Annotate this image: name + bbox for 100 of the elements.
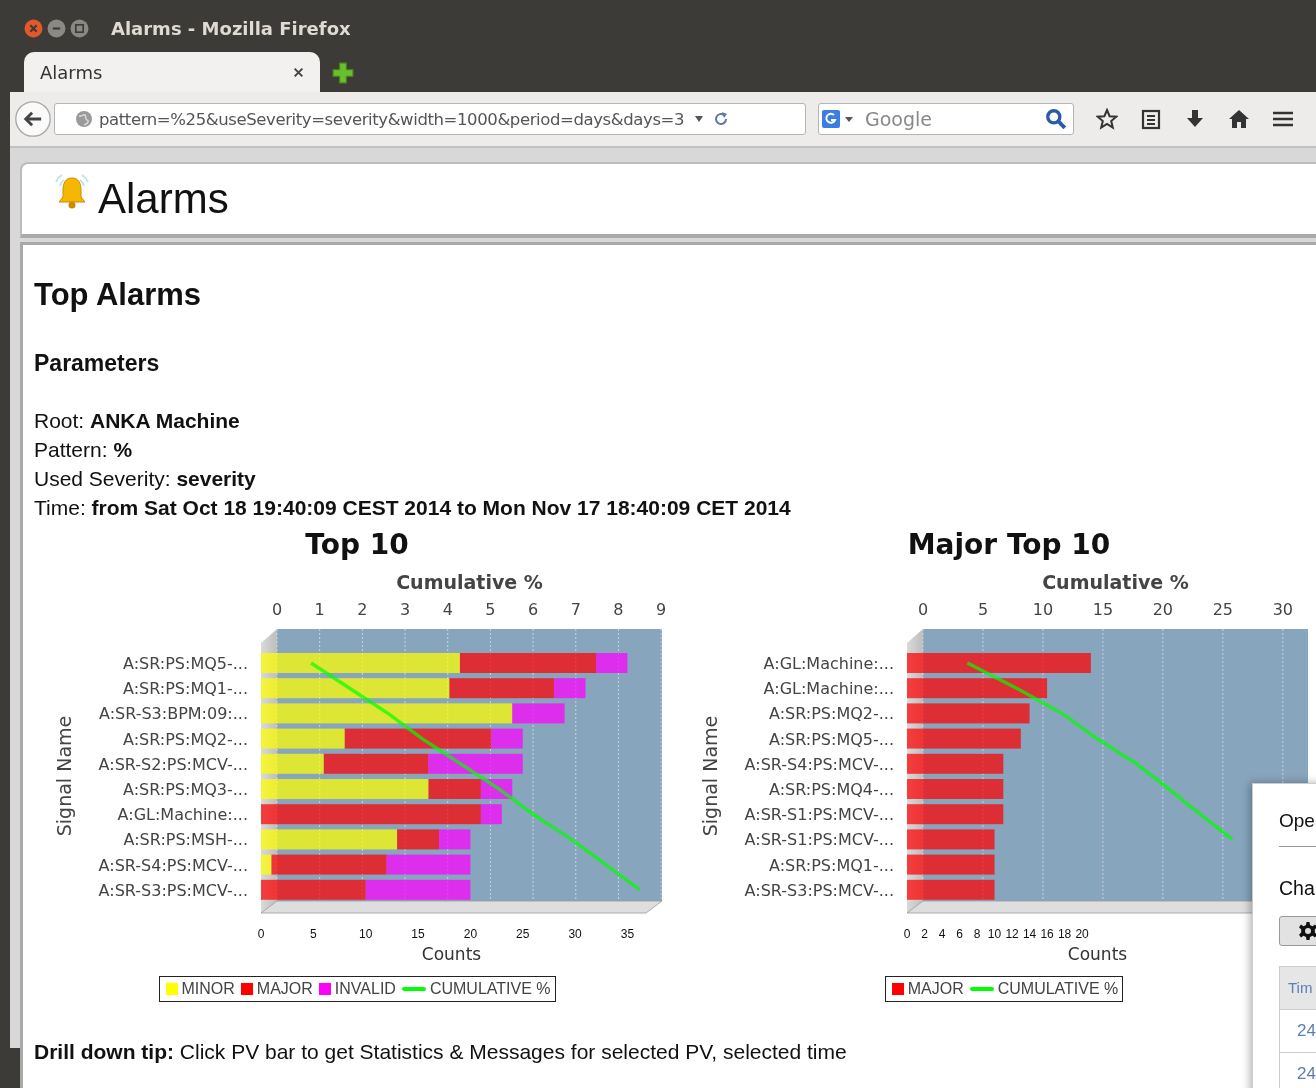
globe-icon bbox=[75, 110, 93, 128]
search-icon[interactable] bbox=[1045, 108, 1067, 130]
bar[interactable] bbox=[261, 804, 481, 825]
tick-label: 10 bbox=[359, 927, 373, 941]
bar[interactable] bbox=[449, 678, 555, 699]
category-label: A:SR-S3:PS:MCV-... bbox=[98, 880, 248, 900]
tick-label: 9 bbox=[656, 600, 667, 619]
clipboard-icon[interactable] bbox=[1140, 108, 1162, 130]
legend-label: CUMULATIVE % bbox=[429, 980, 551, 998]
parameter-text: Used Severity: severity bbox=[34, 466, 257, 492]
browser-tab[interactable]: Alarms bbox=[24, 52, 320, 92]
tick-label: 0 bbox=[271, 600, 283, 619]
tip-text: Drill down tip: Click PV bar to get Statistics & Messages for selected PV, selected time bbox=[34, 1039, 848, 1065]
bar[interactable] bbox=[428, 779, 481, 799]
bar[interactable] bbox=[907, 753, 1004, 774]
tick-label: 20 bbox=[463, 927, 478, 941]
bar[interactable] bbox=[907, 804, 1004, 825]
dialog-heading: Cha bbox=[1279, 877, 1316, 900]
bar[interactable] bbox=[397, 829, 439, 850]
address-field[interactable]: pattern=%25&useSeverity=severity&width=1000&period=days&days=3 bbox=[54, 103, 806, 135]
bar[interactable] bbox=[459, 653, 597, 673]
category-label: A:SR-S2:PS:MCV-... bbox=[98, 754, 248, 774]
tick-label: 25 bbox=[516, 927, 530, 941]
section-heading: Parameters bbox=[34, 349, 161, 378]
tick-label: 16 bbox=[1040, 927, 1054, 941]
tick-label: 4 bbox=[442, 600, 453, 619]
legend-label: MAJOR bbox=[256, 980, 313, 998]
tick-label: 5 bbox=[977, 600, 989, 619]
minimize-icon[interactable] bbox=[47, 18, 66, 38]
parameter-text: Time: from Sat Oct 18 19:40:09 CEST 2014 to Mon Nov 17 18:40:09 CET 2014 bbox=[34, 495, 792, 521]
home-icon[interactable] bbox=[1228, 108, 1250, 130]
tick-label: 30 bbox=[568, 927, 582, 941]
bar[interactable] bbox=[261, 854, 272, 875]
search-input[interactable]: Google bbox=[865, 108, 1025, 130]
category-label: A:SR:PS:MQ5-... bbox=[122, 654, 248, 673]
search-engine-icon[interactable] bbox=[821, 109, 855, 129]
back-icon[interactable] bbox=[14, 100, 52, 138]
category-label: A:SR:PS:MQ3-... bbox=[122, 780, 248, 799]
tick-label: 5 bbox=[310, 927, 317, 941]
chart-title: Top 10 bbox=[305, 528, 409, 562]
reload-icon[interactable] bbox=[713, 111, 730, 127]
tick-label: 15 bbox=[411, 927, 425, 941]
category-label: A:SR-S1:PS:MCV-... bbox=[744, 805, 894, 825]
bar[interactable] bbox=[439, 829, 471, 850]
tick-label: 6 bbox=[528, 600, 539, 619]
legend-label: CUMULATIVE % bbox=[997, 980, 1119, 998]
tick-label: 8 bbox=[973, 927, 981, 941]
tick-label: 5 bbox=[485, 600, 496, 619]
bar[interactable] bbox=[261, 879, 366, 900]
bar[interactable] bbox=[261, 703, 513, 724]
table-cell: 24 bbox=[1280, 1010, 1316, 1053]
bar[interactable] bbox=[512, 703, 565, 724]
bar[interactable] bbox=[907, 728, 1021, 749]
category-label: A:SR:PS:MQ2-... bbox=[122, 729, 248, 749]
table-cell: 24 bbox=[1280, 1053, 1316, 1088]
bar[interactable] bbox=[907, 879, 995, 900]
category-label: A:SR-S4:PS:MCV-... bbox=[98, 855, 248, 875]
new-tab-icon[interactable] bbox=[332, 62, 354, 84]
dropdown-icon[interactable] bbox=[694, 115, 705, 123]
bar[interactable] bbox=[596, 653, 628, 673]
bar[interactable] bbox=[480, 804, 502, 825]
bar[interactable] bbox=[261, 678, 450, 699]
category-label: A:SR-S4:PS:MCV-... bbox=[744, 754, 894, 774]
category-label: A:GL:Machine:... bbox=[763, 654, 894, 673]
maximize-icon[interactable] bbox=[70, 18, 89, 38]
axis-title: Signal Name bbox=[53, 715, 75, 837]
bar[interactable] bbox=[907, 678, 1048, 699]
tick-label: 18 bbox=[1057, 927, 1072, 941]
tick-label: 10 bbox=[1032, 600, 1054, 619]
bar[interactable] bbox=[491, 728, 523, 749]
bar[interactable] bbox=[261, 753, 324, 774]
gear-icon bbox=[1298, 921, 1316, 941]
tick-label: 15 bbox=[1092, 600, 1114, 619]
tick-label: 8 bbox=[613, 600, 624, 619]
tick-label: 20 bbox=[1075, 927, 1089, 941]
bar[interactable] bbox=[261, 779, 429, 799]
search-field[interactable]: Google bbox=[818, 103, 1074, 135]
legend-label: MAJOR bbox=[907, 980, 964, 998]
tick-label: 10 bbox=[987, 927, 1002, 941]
bar[interactable] bbox=[261, 728, 345, 749]
bar[interactable] bbox=[261, 653, 460, 673]
tick-label: 6 bbox=[956, 927, 963, 941]
tick-label: 0 bbox=[917, 600, 929, 619]
category-label: A:SR:PS:MSH-... bbox=[123, 830, 248, 850]
category-label: A:GL:Machine:... bbox=[763, 679, 894, 699]
close-icon[interactable] bbox=[293, 66, 304, 78]
star-icon[interactable] bbox=[1096, 108, 1118, 130]
bar[interactable] bbox=[554, 678, 586, 699]
legend-label: INVALID bbox=[334, 980, 396, 998]
bar[interactable] bbox=[907, 829, 995, 850]
tick-label: 0 bbox=[903, 927, 911, 941]
tick-label: 3 bbox=[399, 600, 411, 619]
tick-label: 0 bbox=[257, 927, 265, 941]
bar[interactable] bbox=[907, 653, 1091, 673]
bar[interactable] bbox=[907, 779, 1004, 799]
bar[interactable] bbox=[271, 854, 387, 875]
category-label: A:GL:Machine:... bbox=[117, 805, 248, 825]
bar[interactable] bbox=[907, 854, 995, 875]
bar[interactable] bbox=[261, 829, 398, 850]
bar[interactable] bbox=[907, 703, 1030, 724]
